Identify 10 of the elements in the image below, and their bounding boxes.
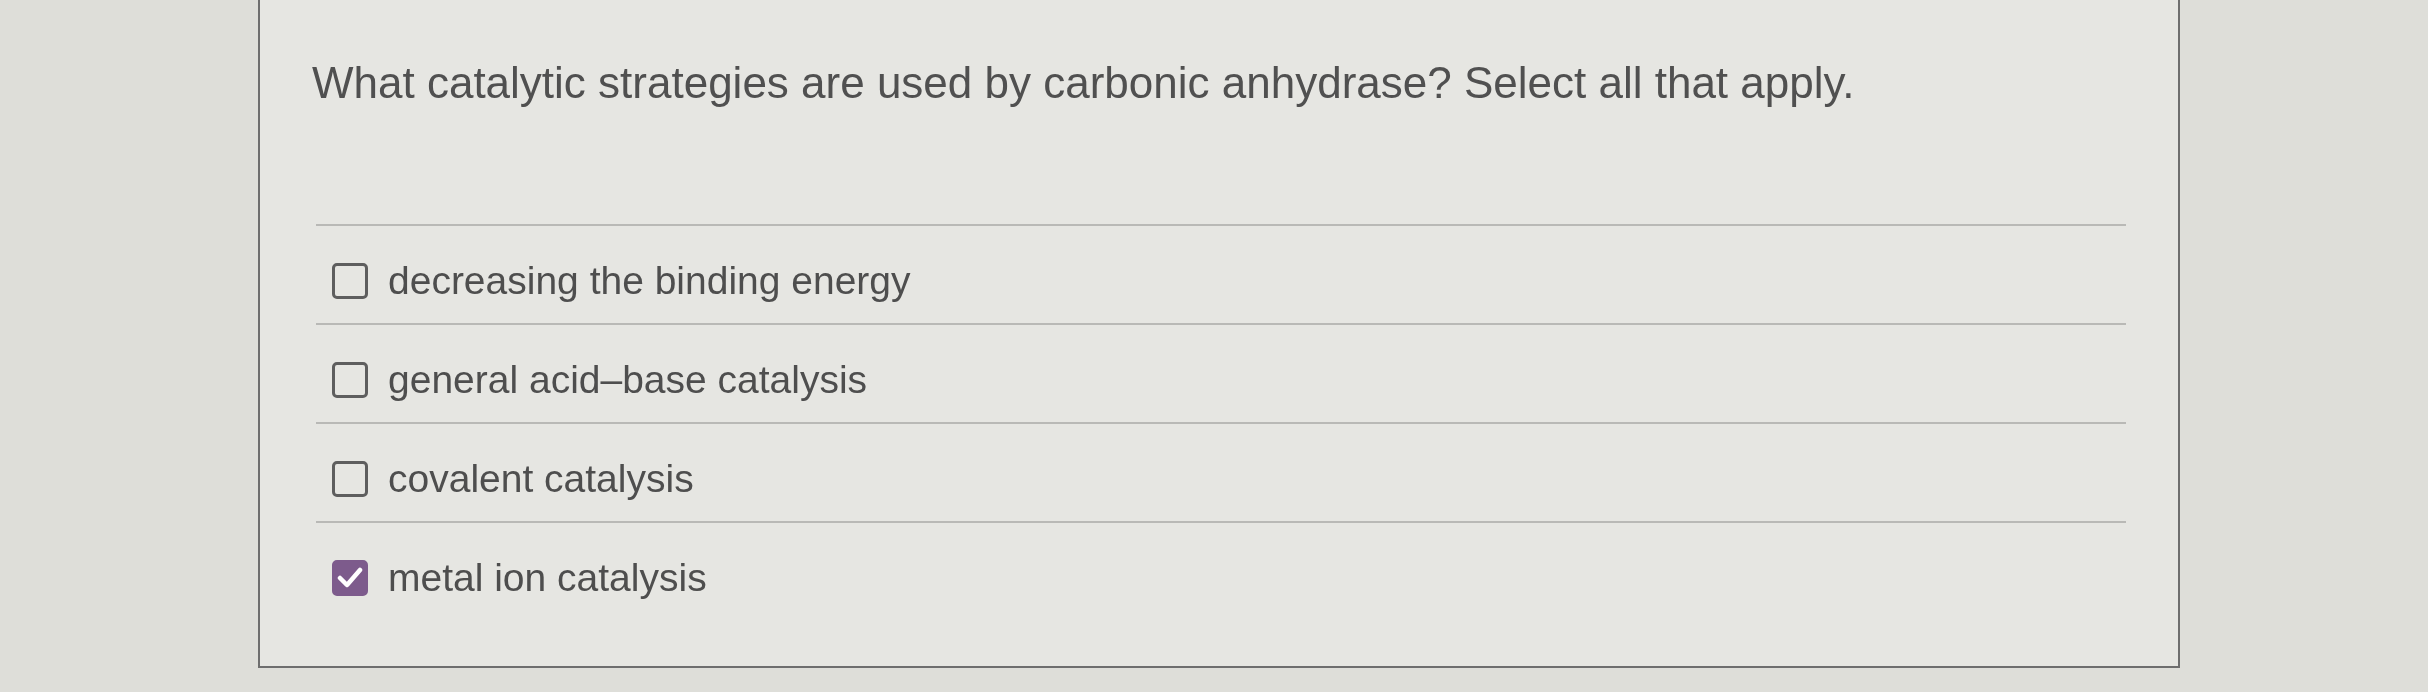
option-label: metal ion catalysis <box>388 554 707 601</box>
option-label: covalent catalysis <box>388 455 694 502</box>
checkbox[interactable] <box>332 361 368 398</box>
option-label: decreasing the binding energy <box>388 257 911 304</box>
option-label: general acid–base catalysis <box>388 356 868 403</box>
checkbox[interactable] <box>332 559 368 596</box>
question-text: What catalytic strategies are used by carbonic anhydrase? Select all that apply. <box>312 57 1856 109</box>
checkbox[interactable] <box>332 262 368 299</box>
check-icon <box>337 566 363 589</box>
checkbox[interactable] <box>332 460 368 497</box>
